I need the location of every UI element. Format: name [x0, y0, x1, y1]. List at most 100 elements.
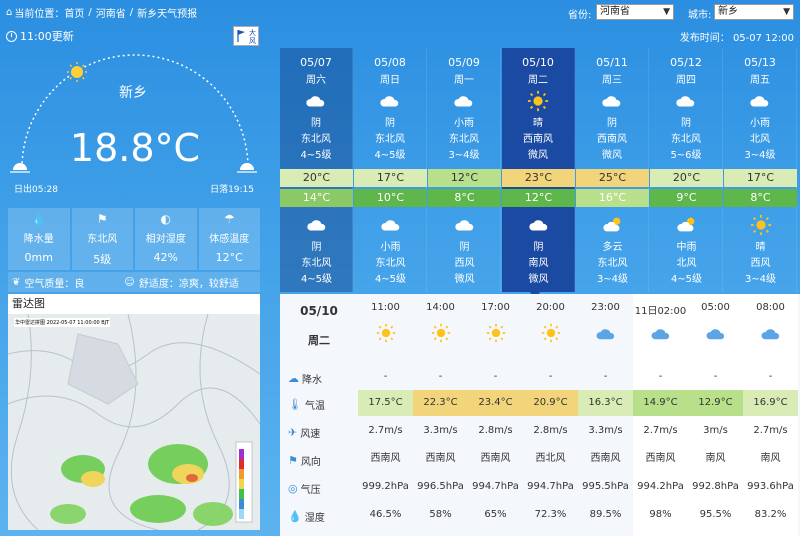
hourly-pressure: 999.2hPa [362, 481, 409, 492]
hourly-humidity: 95.5% [699, 509, 732, 520]
breadcrumb-current: 新乡天气预报 [137, 8, 198, 20]
day-wind-level: 3~4级 [448, 150, 480, 161]
hourly-dir: 西南风 [480, 453, 511, 464]
stat-wind: ⚑ 东北风 5级 [71, 208, 133, 270]
row-label: ✈ 风速 [288, 426, 321, 440]
night-wind: 东北风 [301, 258, 332, 269]
day-wind: 西南风 [523, 134, 553, 145]
night-wind: 东北风 [375, 258, 406, 269]
breadcrumb: ⌂ 当前位置： 首页 / 河南省 / 新乡天气预报 [6, 5, 198, 20]
hourly-temp: 22.3°C [413, 390, 468, 416]
hourly-dir: 南风 [705, 453, 726, 464]
cloud-icon [354, 90, 426, 112]
low-temp: 8°C [724, 189, 797, 207]
forecast-day[interactable]: 05/09 周一 小雨 东北风 3~4级 12°C 8°C 阴西风 微风 [428, 48, 501, 292]
seven-day-forecast: 05/07 周六阴东北风 4~5级 20°C 14°C 阴东北风 4~5级 05/08 周日阴东… [280, 48, 800, 292]
breadcrumb-province[interactable]: 河南省 [96, 5, 126, 20]
hourly-time: 05:00 [701, 302, 730, 313]
comfort-icon: ☺ [124, 276, 135, 288]
low-temp: 12°C [502, 189, 575, 207]
air-comfort-bar: ❦ 空气质量：良 ☺ 舒适度：凉爽，较舒适 [8, 272, 260, 292]
cloud-icon [502, 214, 575, 236]
night-weather: 阴 [311, 242, 322, 253]
forecast-day[interactable]: 05/08 周日阴东北风 4~5级 17°C 10°C 小雨 东北风 4~5级 [354, 48, 427, 292]
drop-icon: 💧 [31, 212, 47, 226]
forecast-day[interactable]: 05/12 周四阴东北风 5~6级 20°C 9°C 中雨 北风 4~5级 [650, 48, 723, 292]
forecast-day[interactable]: 05/11 周三阴西南风 微风 25°C 16°C 多云 东北风 3~4级 [576, 48, 649, 292]
night-wind: 西风 [454, 258, 475, 269]
radar-image [8, 314, 260, 530]
hourly-speed: 3.3m/s [588, 425, 623, 436]
forecast-day[interactable]: 05/07 周六阴东北风 4~5级 20°C 14°C 阴东北风 4~5级 [280, 48, 353, 292]
day-weather: 阴 [607, 118, 617, 129]
hourly-dir: 西南风 [645, 453, 676, 464]
forecast-day[interactable]: 05/10 周二晴西南风 微风 23°C 12°C 阴南风 微风 [502, 48, 575, 292]
night-weather: 晴 [755, 242, 766, 253]
hourly-dir: 西北风 [535, 453, 566, 464]
hourly-temp: 23.4°C [468, 390, 523, 416]
update-time: 11:00更新 [6, 28, 74, 44]
hourly-rain: - [493, 371, 498, 382]
night-weather: 中雨 [676, 242, 697, 253]
current-stats: 💧 降水量 0mm ⚑ 东北风 5级 ◐ 相对湿度 42% ☂ 体感温度 12°… [8, 208, 260, 270]
breadcrumb-prefix: 当前位置： [14, 8, 65, 20]
low-temp: 8°C [428, 189, 501, 207]
pressure-icon: ◎ [288, 482, 298, 495]
feel-temp-icon: ☂ [223, 212, 235, 226]
stat-feel-temp: ☂ 体感温度 12°C [198, 208, 260, 270]
hourly-temp: 14.9°C [633, 390, 688, 416]
high-temp: 17°C [354, 169, 427, 187]
forecast-day[interactable]: 05/13 周五 小雨 北风 3~4级 17°C 8°C 晴西风 3~4级 [724, 48, 797, 292]
province-select[interactable]: 河南省 ▼ [596, 4, 674, 20]
cloud-icon [743, 320, 798, 346]
row-label: ⚑ 风向 [288, 454, 321, 468]
high-temp: 25°C [576, 169, 649, 187]
publish-time: 发布时间： 05-07 12:00 [679, 33, 794, 44]
humidity-icon: 💧 [288, 510, 302, 523]
forecast-date: 05/09 [448, 56, 480, 69]
stat-precipitation: 💧 降水量 0mm [8, 208, 70, 270]
forecast-date: 05/10 [522, 56, 554, 69]
night-wind-level: 4~5级 [300, 274, 333, 285]
forecast-weekday: 周二 [528, 75, 548, 86]
hourly-speed: 2.7m/s [643, 425, 678, 436]
sun-icon [502, 90, 574, 112]
hourly-pressure: 995.5hPa [582, 481, 629, 492]
partly-icon [650, 214, 723, 236]
city-select[interactable]: 新乡 ▼ [714, 4, 794, 20]
day-wind: 北风 [750, 134, 770, 145]
hourly-dir: 西南风 [370, 453, 401, 464]
radar-map[interactable]: 华中雷达拼图 2022-05-07 11:00:00 BJT [8, 314, 260, 530]
wind-alert-icon[interactable]: 大 风 [233, 26, 259, 46]
hourly-time: 08:00 [756, 302, 785, 313]
cloud-icon [428, 90, 500, 112]
night-wind-level: 微风 [528, 274, 549, 285]
night-wind-level: 3~4级 [596, 274, 629, 285]
hourly-temp: 16.9°C [743, 390, 798, 416]
forecast-date: 05/07 [300, 56, 332, 69]
breadcrumb-home[interactable]: 首页 [64, 5, 84, 20]
sun-icon [358, 320, 413, 346]
cloud-icon [578, 320, 633, 346]
province-select-value: 河南省 [600, 6, 630, 17]
current-temperature: 18.8°C [69, 126, 201, 170]
hourly-rain: - [768, 371, 773, 382]
hourly-time: 11:00 [371, 302, 400, 313]
sun-icon [67, 62, 87, 82]
radar-caption: 华中雷达拼图 2022-05-07 11:00:00 BJT [14, 318, 111, 327]
hourly-speed: 2.7m/s [368, 425, 403, 436]
sunrise-icon [10, 163, 30, 173]
day-wind: 东北风 [671, 134, 701, 145]
hourly-time: 11日02:00 [634, 306, 687, 317]
forecast-weekday: 周五 [750, 75, 770, 86]
cloud-icon [633, 320, 688, 346]
leaf-icon: ❦ [12, 276, 21, 288]
hourly-date-col: 05/10 周二 [280, 294, 358, 536]
night-wind: 北风 [676, 258, 697, 269]
hourly-pressure: 993.6hPa [747, 481, 794, 492]
thermometer-icon: 🌡 [288, 398, 302, 411]
hourly-humidity: 89.5% [589, 509, 622, 520]
high-temp: 17°C [724, 169, 797, 187]
day-wind-level: 4~5级 [300, 150, 332, 161]
day-wind-level: 4~5级 [374, 150, 406, 161]
